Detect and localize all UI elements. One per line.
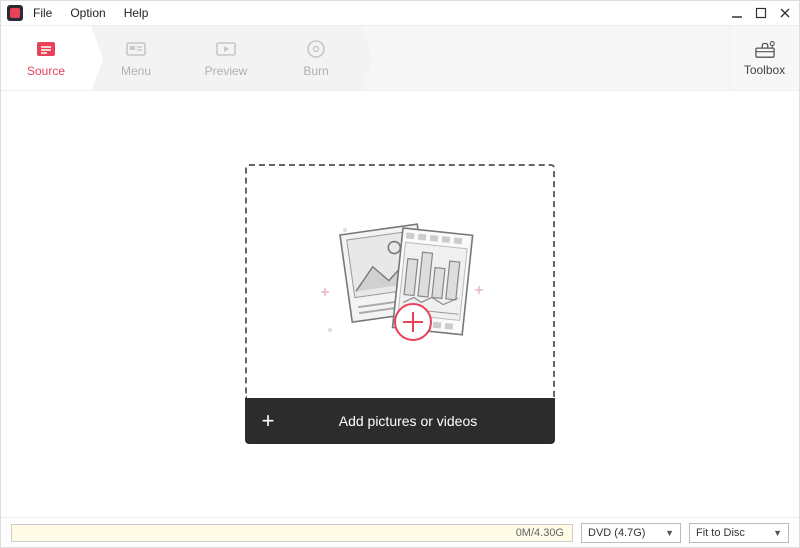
menu-help[interactable]: Help <box>124 6 149 20</box>
menu-bar: File Option Help <box>33 6 148 20</box>
step-source[interactable]: Source <box>1 26 91 90</box>
disc-type-select[interactable]: DVD (4.7G) ▼ <box>581 523 681 543</box>
title-bar: File Option Help <box>1 1 799 25</box>
step-label: Burn <box>303 64 328 78</box>
source-icon <box>35 38 57 60</box>
close-button[interactable] <box>777 5 793 21</box>
step-label: Source <box>27 64 65 78</box>
window-controls <box>729 5 793 21</box>
fit-mode-value: Fit to Disc <box>696 527 745 539</box>
step-burn[interactable]: Burn <box>271 26 361 90</box>
maximize-button[interactable] <box>753 5 769 21</box>
dropzone: + Add pictures or videos <box>245 164 555 444</box>
main-area: + Add pictures or videos <box>1 91 799 517</box>
disc-type-value: DVD (4.7G) <box>588 527 645 539</box>
step-label: Preview <box>205 64 248 78</box>
fit-mode-select[interactable]: Fit to Disc ▼ <box>689 523 789 543</box>
step-label: Menu <box>121 64 151 78</box>
toolbox-icon <box>753 39 777 59</box>
drop-target[interactable] <box>245 164 555 398</box>
plus-icon: + <box>245 408 291 434</box>
chevron-down-icon: ▼ <box>773 528 782 538</box>
step-menu[interactable]: Menu <box>91 26 181 90</box>
menu-icon <box>125 38 147 60</box>
step-preview[interactable]: Preview <box>181 26 271 90</box>
menu-file[interactable]: File <box>33 6 52 20</box>
app-icon <box>7 5 23 21</box>
wizard-bar: Source Menu Preview Burn Toolbox <box>1 25 799 91</box>
burn-icon <box>305 38 327 60</box>
add-media-button[interactable]: + Add pictures or videos <box>245 398 555 444</box>
chevron-down-icon: ▼ <box>665 528 674 538</box>
preview-icon <box>215 38 237 60</box>
capacity-progress: 0M/4.30G <box>11 524 573 542</box>
minimize-button[interactable] <box>729 5 745 21</box>
status-bar: 0M/4.30G DVD (4.7G) ▼ Fit to Disc ▼ <box>1 517 799 547</box>
toolbox-label: Toolbox <box>744 63 785 77</box>
toolbox-button[interactable]: Toolbox <box>729 26 799 90</box>
capacity-text: 0M/4.30G <box>516 527 564 539</box>
dropzone-illustration <box>285 200 515 365</box>
add-media-label: Add pictures or videos <box>291 413 555 429</box>
menu-option[interactable]: Option <box>70 6 105 20</box>
